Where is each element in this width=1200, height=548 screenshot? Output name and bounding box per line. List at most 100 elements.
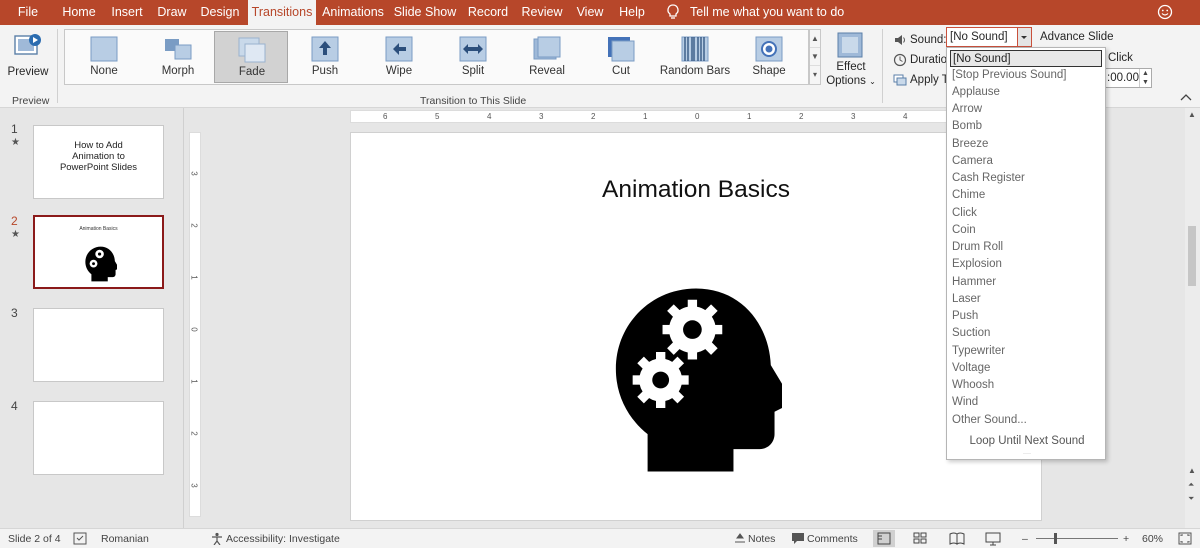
collapse-ribbon-icon[interactable] — [1180, 93, 1192, 101]
gallery-more-icon[interactable]: ▾ — [810, 66, 820, 84]
sound-option-cash-register[interactable]: Cash Register — [950, 170, 1102, 187]
tab-insert[interactable]: Insert — [106, 0, 148, 25]
slide-sorter-button[interactable] — [909, 530, 931, 547]
sound-option-drum-roll[interactable]: Drum Roll — [950, 239, 1102, 256]
sound-option-voltage[interactable]: Voltage — [950, 360, 1102, 377]
language-indicator[interactable]: Romanian — [101, 533, 149, 545]
fit-to-window-icon[interactable] — [1178, 532, 1192, 545]
gallery-up-icon[interactable]: ▲ — [810, 30, 820, 48]
sound-option-click[interactable]: Click — [950, 205, 1102, 222]
sound-option-chime[interactable]: Chime — [950, 187, 1102, 204]
tab-draw[interactable]: Draw — [153, 0, 191, 25]
transition-split[interactable]: Split — [436, 31, 510, 83]
tab-review[interactable]: Review — [519, 0, 565, 25]
resize-grip-icon[interactable]: ···· — [1019, 451, 1035, 457]
vertical-scrollbar[interactable]: ▲ ▲ ⏶ ⏷ — [1185, 108, 1200, 528]
slide-thumbnail-1[interactable]: How to Add Animation to PowerPoint Slide… — [33, 125, 164, 199]
sound-option-wind[interactable]: Wind — [950, 394, 1102, 411]
spelling-check-icon[interactable] — [73, 532, 87, 545]
zoom-out-button[interactable]: – — [1022, 533, 1028, 545]
head-gears-icon[interactable] — [614, 281, 782, 479]
reading-view-button[interactable] — [946, 530, 968, 547]
chevron-down-icon[interactable] — [1017, 28, 1031, 46]
slide-thumbnail-2[interactable]: Animation Basics — [33, 215, 164, 289]
sound-option-bomb[interactable]: Bomb — [950, 118, 1102, 135]
preview-button[interactable]: Preview — [6, 29, 50, 93]
sound-option-suction[interactable]: Suction — [950, 325, 1102, 342]
accessibility-status[interactable]: Accessibility: Investigate — [226, 533, 340, 545]
transition-group-label: Transition to This Slide — [420, 95, 527, 107]
sound-option-no-sound[interactable]: [No Sound] — [950, 50, 1102, 67]
tab-design[interactable]: Design — [197, 0, 243, 25]
group-separator — [57, 29, 58, 103]
ruler-tick: 0 — [695, 112, 700, 121]
comments-button[interactable]: Comments — [807, 533, 858, 545]
transition-morph[interactable]: Morph — [141, 31, 215, 83]
gallery-down-icon[interactable]: ▼ — [810, 48, 820, 66]
transition-reveal[interactable]: Reveal — [510, 31, 584, 83]
notes-button[interactable]: Notes — [748, 533, 775, 545]
tab-slide-show[interactable]: Slide Show — [393, 0, 457, 25]
slide-thumbnail-3[interactable] — [33, 308, 164, 382]
effect-options-icon — [837, 32, 863, 58]
transition-none[interactable]: None — [67, 31, 141, 83]
zoom-slider-thumb[interactable] — [1054, 533, 1057, 544]
transition-push[interactable]: Push — [288, 31, 362, 83]
scroll-thumb[interactable] — [1188, 226, 1196, 286]
transition-cut[interactable]: Cut — [584, 31, 658, 83]
apply-to-all-button[interactable]: Apply T — [893, 71, 949, 91]
sound-option-camera[interactable]: Camera — [950, 153, 1102, 170]
ruler-tick: 3 — [189, 171, 199, 176]
slide-thumbnail-4[interactable] — [33, 401, 164, 475]
transition-name: Shape — [752, 65, 786, 77]
normal-view-button[interactable] — [873, 530, 895, 547]
sound-option-breeze[interactable]: Breeze — [950, 136, 1102, 153]
sound-option-typewriter[interactable]: Typewriter — [950, 343, 1102, 360]
zoom-in-button[interactable]: + — [1123, 533, 1129, 545]
tab-view[interactable]: View — [572, 0, 608, 25]
transition-fade[interactable]: Fade — [214, 31, 288, 83]
sound-option-applause[interactable]: Applause — [950, 84, 1102, 101]
next-slide-icon[interactable]: ⏷ — [1188, 494, 1194, 504]
ruler-tick: 3 — [189, 483, 199, 488]
sound-option-explosion[interactable]: Explosion — [950, 256, 1102, 273]
scroll-up-icon[interactable]: ▲ — [1188, 110, 1196, 119]
sound-option-laser[interactable]: Laser — [950, 291, 1102, 308]
scroll-up-icon[interactable]: ▲ — [1188, 466, 1196, 475]
feedback-smiley-icon[interactable] — [1157, 4, 1173, 20]
duration-row: Duratio — [893, 51, 948, 71]
sound-option-whoosh[interactable]: Whoosh — [950, 377, 1102, 394]
effect-options-button[interactable]: Effect Options ⌄ — [826, 29, 876, 91]
sound-select[interactable]: [No Sound] — [946, 27, 1032, 47]
zoom-level[interactable]: 60% — [1142, 533, 1163, 545]
slide-title[interactable]: Animation Basics — [351, 176, 1041, 204]
loop-until-next-sound[interactable]: Loop Until Next Sound — [947, 435, 1107, 447]
accessibility-icon[interactable] — [210, 532, 224, 545]
sound-option-arrow[interactable]: Arrow — [950, 101, 1102, 118]
after-time-spinner[interactable]: :00.00 ▲ ▼ — [1104, 68, 1152, 88]
sound-label: Sound: — [910, 34, 947, 46]
previous-slide-icon[interactable]: ⏶ — [1188, 480, 1194, 490]
tab-help[interactable]: Help — [614, 0, 650, 25]
tab-home[interactable]: Home — [57, 0, 101, 25]
tab-transitions[interactable]: Transitions — [248, 0, 316, 25]
sound-option-hammer[interactable]: Hammer — [950, 274, 1102, 291]
sound-option-push[interactable]: Push — [950, 308, 1102, 325]
sound-option-other[interactable]: Other Sound... — [950, 412, 1102, 429]
tab-record[interactable]: Record — [465, 0, 511, 25]
tab-file[interactable]: File — [8, 0, 48, 25]
slide-canvas[interactable]: Animation Basics — [350, 132, 1042, 521]
gallery-scroll[interactable]: ▲ ▼ ▾ — [809, 29, 821, 85]
tab-animations[interactable]: Animations — [320, 0, 386, 25]
transition-random-bars[interactable]: Random Bars — [658, 31, 732, 83]
sound-option-coin[interactable]: Coin — [950, 222, 1102, 239]
spinner-arrows-icon[interactable]: ▲ ▼ — [1139, 69, 1151, 87]
slide-show-button[interactable] — [982, 530, 1004, 547]
after-time-value: :00.00 — [1107, 72, 1139, 84]
reading-view-icon — [949, 532, 965, 545]
zoom-slider-track[interactable] — [1036, 538, 1118, 539]
sound-option-stop-previous[interactable]: [Stop Previous Sound] — [950, 67, 1102, 84]
transition-wipe[interactable]: Wipe — [362, 31, 436, 83]
transition-shape[interactable]: Shape — [732, 31, 806, 83]
slide-sorter-icon — [913, 532, 927, 544]
